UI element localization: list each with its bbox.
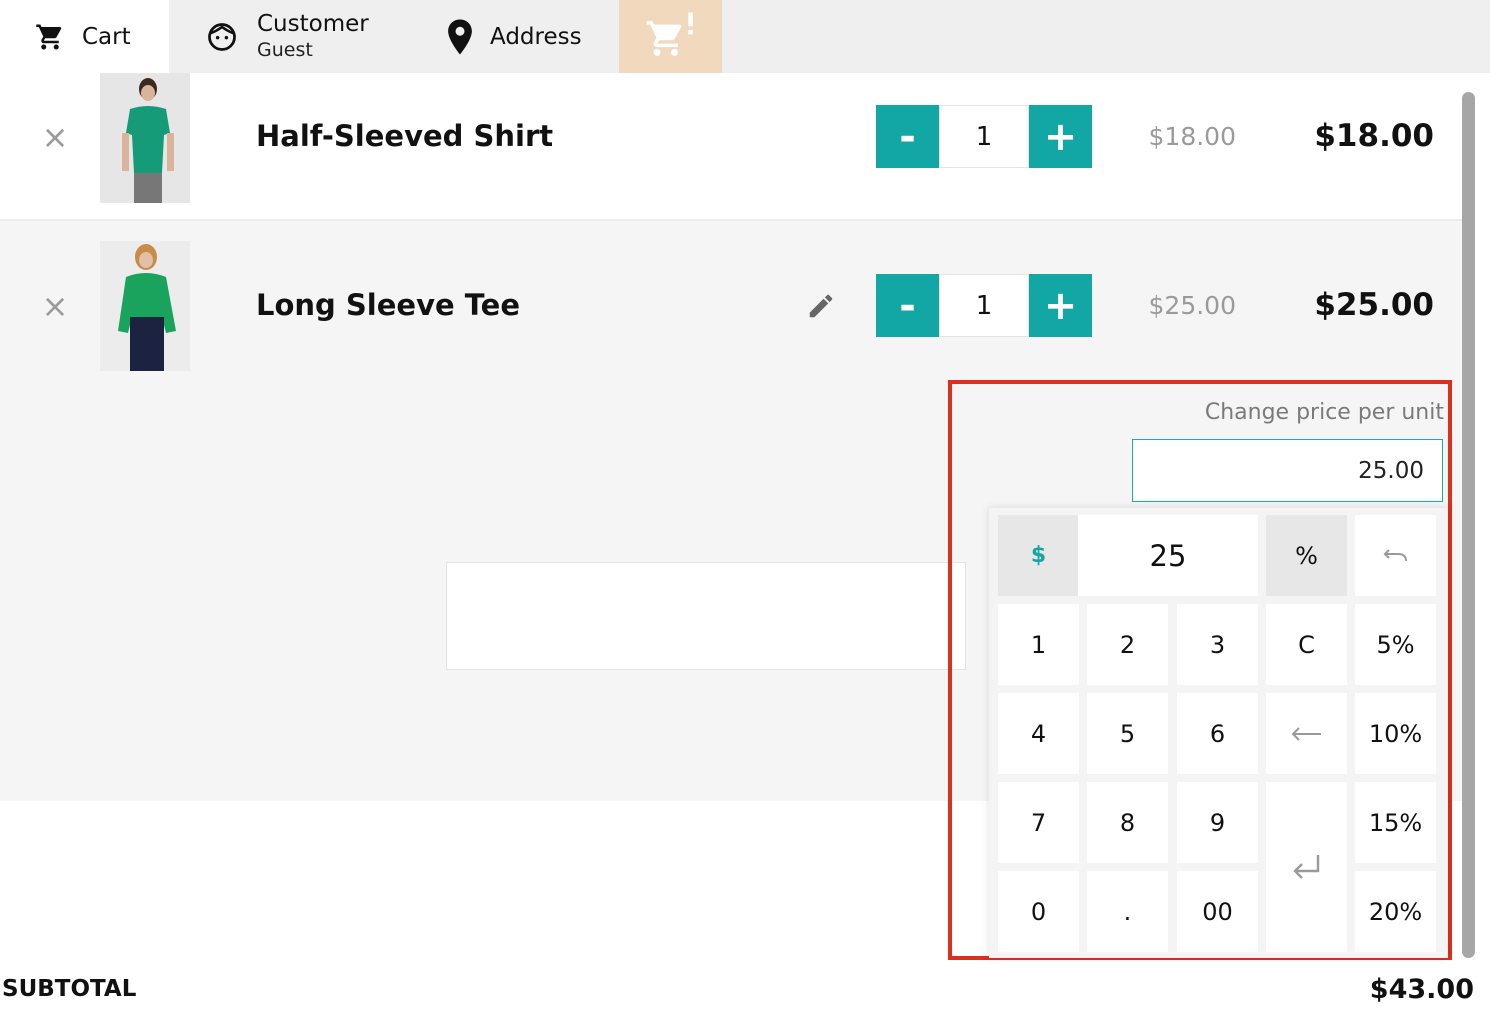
key-10-percent[interactable]: 10% xyxy=(1355,693,1436,774)
product-image xyxy=(100,73,190,203)
key-2[interactable]: 2 xyxy=(1087,604,1168,685)
key-0[interactable]: 0 xyxy=(998,871,1079,952)
undo-button[interactable] xyxy=(1355,515,1436,596)
numeric-keypad: $ 25 % 1 2 3 C 5% 4 5 6 10% 7 8 9 15% 0 … xyxy=(989,508,1448,958)
scrollbar-thumb[interactable] xyxy=(1462,92,1475,958)
cart-icon xyxy=(32,19,68,55)
cart-alert-icon xyxy=(645,11,697,62)
customer-name: Guest xyxy=(257,39,313,61)
quantity-stepper: - + xyxy=(876,274,1092,337)
key-00[interactable]: 00 xyxy=(1177,871,1258,952)
tab-address-label: Address xyxy=(490,23,582,50)
mode-dollar-button[interactable]: $ xyxy=(998,515,1079,596)
key-7[interactable]: 7 xyxy=(998,782,1079,863)
key-15-percent[interactable]: 15% xyxy=(1355,782,1436,863)
product-name[interactable]: Long Sleeve Tee xyxy=(256,288,520,322)
backspace-button[interactable] xyxy=(1266,693,1347,774)
product-image xyxy=(100,241,190,371)
quantity-increase-button[interactable]: + xyxy=(1029,105,1092,168)
keypad-display: 25 xyxy=(1078,515,1258,596)
key-9[interactable]: 9 xyxy=(1177,782,1258,863)
tab-cart-alert[interactable] xyxy=(619,0,722,73)
quantity-input[interactable] xyxy=(939,105,1029,168)
pencil-icon[interactable] xyxy=(806,291,838,323)
undo-icon xyxy=(1383,548,1407,561)
price-editor-label: Change price per unit xyxy=(1204,400,1444,425)
location-pin-icon xyxy=(442,19,478,55)
enter-icon xyxy=(1292,855,1319,879)
tab-customer-label: Customer xyxy=(257,11,369,38)
enter-button[interactable] xyxy=(1266,782,1347,952)
tab-cart-label: Cart xyxy=(82,23,131,50)
quantity-decrease-button[interactable]: - xyxy=(876,105,939,168)
quantity-stepper: - + xyxy=(876,105,1092,168)
subtotal-label: SUBTOTAL xyxy=(2,976,137,1002)
backspace-arrow-icon xyxy=(1291,726,1321,741)
subtotal-value: $43.00 xyxy=(1369,974,1474,1005)
line-total: $25.00 xyxy=(1314,287,1434,323)
key-5[interactable]: 5 xyxy=(1087,693,1168,774)
remove-line-button[interactable]: × xyxy=(40,287,70,325)
remove-line-button[interactable]: × xyxy=(40,118,70,156)
tab-address[interactable]: Address xyxy=(430,0,610,73)
key-3[interactable]: 3 xyxy=(1177,604,1258,685)
unit-price: $18.00 xyxy=(1148,122,1236,151)
key-20-percent[interactable]: 20% xyxy=(1355,871,1436,952)
key-5-percent[interactable]: 5% xyxy=(1355,604,1436,685)
unit-price: $25.00 xyxy=(1148,291,1236,320)
tab-cart[interactable]: Cart xyxy=(0,0,169,73)
price-editor-popover: Change price per unit $ 25 % 1 2 3 C 5% … xyxy=(948,380,1452,960)
key-6[interactable]: 6 xyxy=(1177,693,1258,774)
quantity-increase-button[interactable]: + xyxy=(1029,274,1092,337)
price-per-unit-input[interactable] xyxy=(1132,439,1443,502)
top-tab-bar: Cart Customer Guest Address xyxy=(0,0,1490,73)
quantity-input[interactable] xyxy=(939,274,1029,337)
key-clear[interactable]: C xyxy=(1266,604,1347,685)
line-total: $18.00 xyxy=(1314,118,1434,154)
quantity-decrease-button[interactable]: - xyxy=(876,274,939,337)
line-note-field[interactable] xyxy=(446,562,966,670)
key-1[interactable]: 1 xyxy=(998,604,1079,685)
mode-percent-button[interactable]: % xyxy=(1266,515,1347,596)
key-decimal[interactable]: . xyxy=(1087,871,1168,952)
key-4[interactable]: 4 xyxy=(998,693,1079,774)
cart-line[interactable]: × Half-Sleeved Shirt - + $18.00 $18.00 xyxy=(0,73,1462,221)
tab-customer[interactable]: Customer Guest xyxy=(192,0,412,73)
key-8[interactable]: 8 xyxy=(1087,782,1168,863)
product-name[interactable]: Half-Sleeved Shirt xyxy=(256,119,553,153)
smiley-icon xyxy=(204,19,240,55)
